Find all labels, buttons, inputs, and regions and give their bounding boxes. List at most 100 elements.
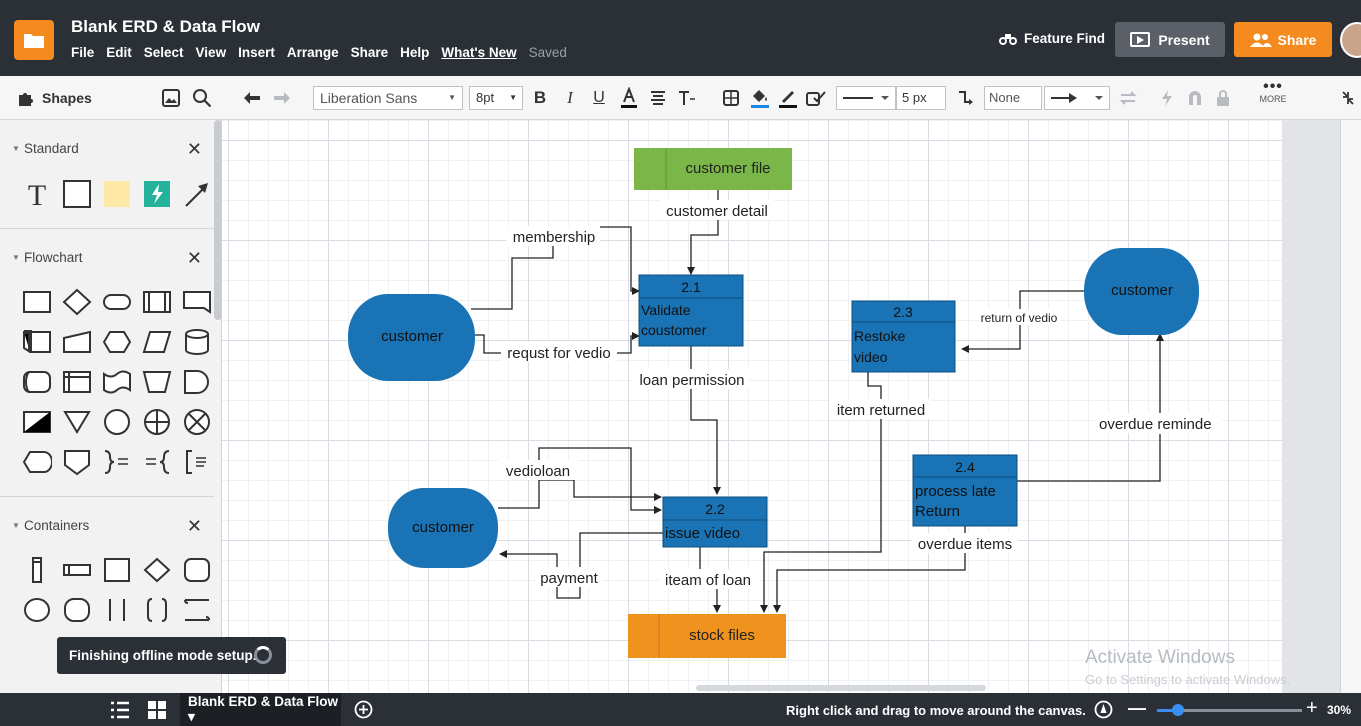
process-shape-icon[interactable] xyxy=(22,288,52,316)
brace-container-icon[interactable] xyxy=(142,596,172,624)
stored-data-icon[interactable] xyxy=(22,368,52,396)
flow-overdue-reminder[interactable] xyxy=(1017,334,1160,482)
flow-loan-permission[interactable] xyxy=(690,346,721,495)
table-icon[interactable] xyxy=(720,76,742,120)
annotation-right-icon[interactable] xyxy=(102,448,132,476)
present-button[interactable]: Present xyxy=(1115,22,1225,57)
internal-storage-icon[interactable] xyxy=(62,368,92,396)
menu-select[interactable]: Select xyxy=(144,45,184,60)
swap-icon[interactable] xyxy=(1116,76,1140,120)
data-shape-icon[interactable] xyxy=(142,328,172,356)
diagram-canvas[interactable]: customer file stock files 2.1 Validate co… xyxy=(222,120,1282,693)
undo-icon[interactable] xyxy=(240,76,264,120)
collapse-icon[interactable] xyxy=(1336,76,1360,120)
fill-color-icon[interactable] xyxy=(748,76,772,120)
swimlane-container-icon[interactable] xyxy=(182,596,212,624)
store-stock-files[interactable]: stock files xyxy=(628,614,786,658)
font-family-select[interactable]: Liberation Sans xyxy=(313,86,463,110)
grid-view-icon[interactable] xyxy=(148,701,166,724)
process-issue[interactable]: 2.2 issue video xyxy=(662,496,768,548)
redo-icon[interactable] xyxy=(270,76,294,120)
terminator-shape-icon[interactable] xyxy=(102,288,132,316)
document-title[interactable]: Blank ERD & Data Flow xyxy=(71,17,260,37)
multi-document-icon[interactable] xyxy=(22,328,52,356)
process-validate[interactable]: 2.1 Validate coustomer xyxy=(638,274,744,347)
menu-help[interactable]: Help xyxy=(400,45,429,60)
extract-shape-icon[interactable] xyxy=(62,408,92,436)
rectangle-shape-icon[interactable] xyxy=(62,178,92,210)
diamond-container-icon[interactable] xyxy=(142,556,172,584)
off-page-icon[interactable] xyxy=(22,408,52,436)
arrow-style-select[interactable] xyxy=(1044,86,1110,110)
decision-shape-icon[interactable] xyxy=(62,288,92,316)
process-late-return[interactable]: 2.4 process late Return xyxy=(912,454,1018,527)
horizontal-container-icon[interactable] xyxy=(62,556,92,584)
italic-icon[interactable]: I xyxy=(560,76,580,120)
right-properties-panel[interactable] xyxy=(1340,120,1361,693)
feature-find-button[interactable]: Feature Find xyxy=(998,31,1105,46)
arrow-shape-icon[interactable] xyxy=(182,178,212,210)
database-shape-icon[interactable] xyxy=(182,328,212,356)
action-shape-icon[interactable] xyxy=(142,178,172,210)
endpoint-select[interactable]: None xyxy=(984,86,1042,110)
page-tab[interactable]: Blank ERD & Data Flow ▾ xyxy=(180,693,341,726)
entity-customer-2[interactable]: customer xyxy=(388,488,498,568)
share-button[interactable]: Share xyxy=(1234,22,1332,57)
more-button[interactable]: ••• MORE xyxy=(1256,79,1290,105)
zoom-slider-handle[interactable] xyxy=(1172,704,1184,716)
underline-icon[interactable]: U xyxy=(589,76,609,120)
delay-shape-icon[interactable] xyxy=(182,368,212,396)
menu-insert[interactable]: Insert xyxy=(238,45,275,60)
store-customer-file[interactable]: customer file xyxy=(634,148,792,190)
section-standard[interactable]: ▼ Standard ✕ xyxy=(0,134,214,164)
menu-view[interactable]: View xyxy=(196,45,227,60)
add-page-icon[interactable] xyxy=(354,700,373,724)
annotation-left-icon[interactable] xyxy=(142,448,172,476)
section-flowchart[interactable]: ▼ Flowchart ✕ xyxy=(0,243,214,273)
image-icon[interactable] xyxy=(160,76,182,120)
search-icon[interactable] xyxy=(190,76,214,120)
menu-whats-new[interactable]: What's New xyxy=(441,45,516,60)
bold-icon[interactable]: B xyxy=(530,76,550,120)
list-view-icon[interactable] xyxy=(110,701,130,724)
or-shape-icon[interactable] xyxy=(142,408,172,436)
menu-edit[interactable]: Edit xyxy=(106,45,132,60)
connector-icon[interactable] xyxy=(954,76,978,120)
summing-junction-icon[interactable] xyxy=(182,408,212,436)
close-icon[interactable]: ✕ xyxy=(187,511,202,541)
zoom-out-icon[interactable]: — xyxy=(1128,698,1146,719)
magnet-icon[interactable] xyxy=(1184,76,1206,120)
folder-icon[interactable] xyxy=(14,20,54,60)
navigate-icon[interactable] xyxy=(1094,700,1113,724)
line-style-select[interactable] xyxy=(836,86,896,110)
text-color-icon[interactable] xyxy=(618,76,640,120)
annotation-bracket-icon[interactable] xyxy=(182,448,212,476)
bracket-container-icon[interactable] xyxy=(102,596,132,624)
lock-icon[interactable] xyxy=(1212,76,1234,120)
text-shape-icon[interactable]: T xyxy=(22,178,52,210)
lightning-icon[interactable] xyxy=(1156,76,1178,120)
close-icon[interactable]: ✕ xyxy=(187,243,202,273)
line-width-select[interactable]: 5 px xyxy=(896,86,946,110)
section-containers[interactable]: ▼ Containers ✕ xyxy=(0,511,214,541)
merge-shape-icon[interactable] xyxy=(142,368,172,396)
offpage-connector-icon[interactable] xyxy=(62,448,92,476)
style-icon[interactable] xyxy=(804,76,828,120)
document-shape-icon[interactable] xyxy=(182,288,212,316)
menu-file[interactable]: File xyxy=(71,45,94,60)
circle-container-icon[interactable] xyxy=(22,596,52,624)
line-color-icon[interactable] xyxy=(776,76,800,120)
manual-input-icon[interactable] xyxy=(62,328,92,356)
entity-customer-1[interactable]: customer xyxy=(348,294,475,381)
zoom-in-icon[interactable]: + xyxy=(1306,697,1318,720)
font-size-select[interactable]: 8pt xyxy=(469,86,523,110)
preparation-shape-icon[interactable] xyxy=(102,328,132,356)
display-shape-icon[interactable] xyxy=(22,448,52,476)
horizontal-scrollbar[interactable] xyxy=(696,685,986,691)
align-icon[interactable] xyxy=(648,76,668,120)
text-options-icon[interactable] xyxy=(676,76,698,120)
punched-tape-icon[interactable] xyxy=(102,368,132,396)
vertical-container-icon[interactable] xyxy=(22,556,52,584)
square-container-icon[interactable] xyxy=(102,556,132,584)
sticky-note-icon[interactable] xyxy=(102,178,132,210)
